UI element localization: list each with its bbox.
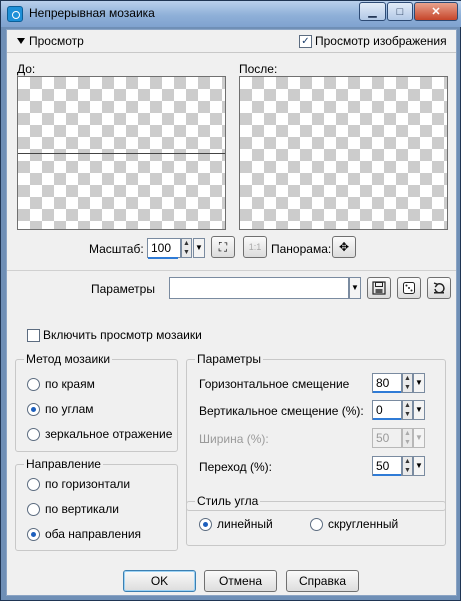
randomize-button[interactable]: [397, 277, 421, 299]
corner-style-title: Стиль угла: [195, 494, 261, 508]
direction-radio-horizontal[interactable]: [27, 478, 40, 491]
window-title: Непрерывная мозаика: [29, 6, 155, 20]
method-radio-edges[interactable]: [27, 378, 40, 391]
pan-button[interactable]: ✥: [332, 236, 356, 258]
parameters-title: Параметры: [195, 352, 263, 366]
horizontal-offset-dropdown-icon[interactable]: ▼: [413, 373, 425, 393]
tile-method-title: Метод мозаики: [24, 352, 113, 366]
method-radio-corners[interactable]: [27, 403, 40, 416]
method-label-corners: по углам: [45, 402, 94, 416]
zoom-fit-icon: ⛶: [218, 239, 228, 254]
transition-stepper[interactable]: ▲ ▼: [402, 456, 413, 476]
ok-button[interactable]: OK: [123, 570, 196, 592]
preview-section-label: Просмотр: [29, 34, 84, 48]
zoom-fit-button[interactable]: ⛶: [211, 236, 235, 258]
transition-label: Переход (%):: [199, 460, 272, 474]
corner-label-rounded: скругленный: [328, 517, 399, 531]
presets-combobox[interactable]: [169, 277, 349, 299]
width-label: Ширина (%):: [199, 432, 269, 446]
horizontal-offset-stepper[interactable]: ▲ ▼: [402, 373, 413, 393]
reset-icon: [433, 282, 445, 294]
corner-label-linear: линейный: [217, 517, 273, 531]
zoom-actual-size-button[interactable]: 1:1: [243, 236, 267, 258]
parameters-group: Параметры Горизонтальное смещение 80 ▲ ▼ …: [186, 352, 446, 511]
vertical-offset-stepper[interactable]: ▲ ▼: [402, 400, 413, 420]
dialog-window: Непрерывная мозаика ▁ □ ✕ Просмотр ✓ Про…: [0, 0, 461, 601]
before-label: До:: [17, 62, 36, 76]
help-button[interactable]: Справка: [286, 570, 359, 592]
method-radio-mirror[interactable]: [27, 428, 40, 441]
transition-dropdown-icon[interactable]: ▼: [413, 456, 425, 476]
direction-radio-vertical[interactable]: [27, 503, 40, 516]
preview-section-header[interactable]: Просмотр ✓ Просмотр изображения: [7, 30, 456, 52]
minimize-button[interactable]: ▁: [359, 2, 386, 21]
corner-radio-rounded[interactable]: [310, 518, 323, 531]
cancel-button[interactable]: Отмена: [204, 570, 277, 592]
enable-tile-preview-label: Включить просмотр мозаики: [43, 328, 202, 342]
dice-icon: [403, 282, 415, 294]
reset-defaults-button[interactable]: [427, 277, 451, 299]
save-preset-button[interactable]: [367, 277, 391, 299]
presets-label: Параметры: [91, 282, 155, 296]
after-preview-pane[interactable]: [239, 76, 448, 230]
corner-radio-linear[interactable]: [199, 518, 212, 531]
pan-crosshair-icon: ✥: [338, 240, 350, 254]
vertical-offset-input[interactable]: 0: [372, 400, 402, 420]
show-preview-label: Просмотр изображения: [315, 34, 447, 48]
corner-style-group: Стиль угла линейный скругленный: [186, 494, 446, 546]
method-label-edges: по краям: [45, 377, 95, 391]
presets-dropdown-arrow-icon[interactable]: ▼: [349, 277, 361, 299]
title-bar[interactable]: Непрерывная мозаика ▁ □ ✕: [1, 1, 461, 27]
divider: [7, 52, 456, 53]
vertical-offset-label: Вертикальное смещение (%):: [199, 404, 364, 418]
zoom-actual-icon: 1:1: [248, 242, 262, 252]
direction-label-both: оба направления: [45, 527, 142, 541]
app-icon: [7, 6, 23, 22]
show-preview-checkbox[interactable]: ✓: [299, 35, 312, 48]
vertical-offset-indicator: [373, 418, 401, 420]
horizontal-offset-label: Горизонтальное смещение: [199, 377, 350, 391]
direction-label-vertical: по вертикали: [45, 502, 119, 516]
transition-input[interactable]: 50: [372, 456, 402, 476]
dialog-body: Просмотр ✓ Просмотр изображения До: Посл…: [6, 29, 457, 596]
zoom-value-indicator: [148, 257, 178, 259]
zoom-dropdown-arrow-icon[interactable]: ▼: [193, 238, 205, 258]
tile-method-group: Метод мозаики по краям по углам зеркальн…: [15, 352, 178, 452]
transition-indicator: [373, 474, 401, 476]
preview-seam-line: [18, 153, 225, 154]
vertical-offset-dropdown-icon[interactable]: ▼: [413, 400, 425, 420]
method-label-mirror: зеркальное отражение: [45, 427, 173, 441]
zoom-input[interactable]: 100: [147, 238, 181, 258]
save-icon: [372, 281, 386, 295]
zoom-stepper[interactable]: ▲ ▼: [181, 238, 192, 258]
zoom-label: Масштаб:: [89, 242, 144, 256]
direction-group: Направление по горизонтали по вертикали …: [15, 457, 178, 551]
horizontal-offset-input[interactable]: 80: [372, 373, 402, 393]
direction-title: Направление: [24, 457, 103, 471]
after-label: После:: [239, 62, 278, 76]
horizontal-offset-indicator: [373, 391, 401, 393]
direction-label-horizontal: по горизонтали: [45, 477, 131, 491]
direction-radio-both[interactable]: [27, 528, 40, 541]
divider: [7, 270, 456, 271]
width-input[interactable]: 50: [372, 428, 402, 448]
collapse-arrow-icon[interactable]: [17, 38, 25, 44]
maximize-button[interactable]: □: [387, 2, 413, 21]
pan-label: Панорама:: [271, 242, 332, 256]
close-button[interactable]: ✕: [414, 2, 458, 21]
width-stepper[interactable]: ▲ ▼: [402, 428, 413, 448]
enable-tile-preview-checkbox[interactable]: [27, 329, 40, 342]
width-dropdown-icon[interactable]: ▼: [413, 428, 425, 448]
